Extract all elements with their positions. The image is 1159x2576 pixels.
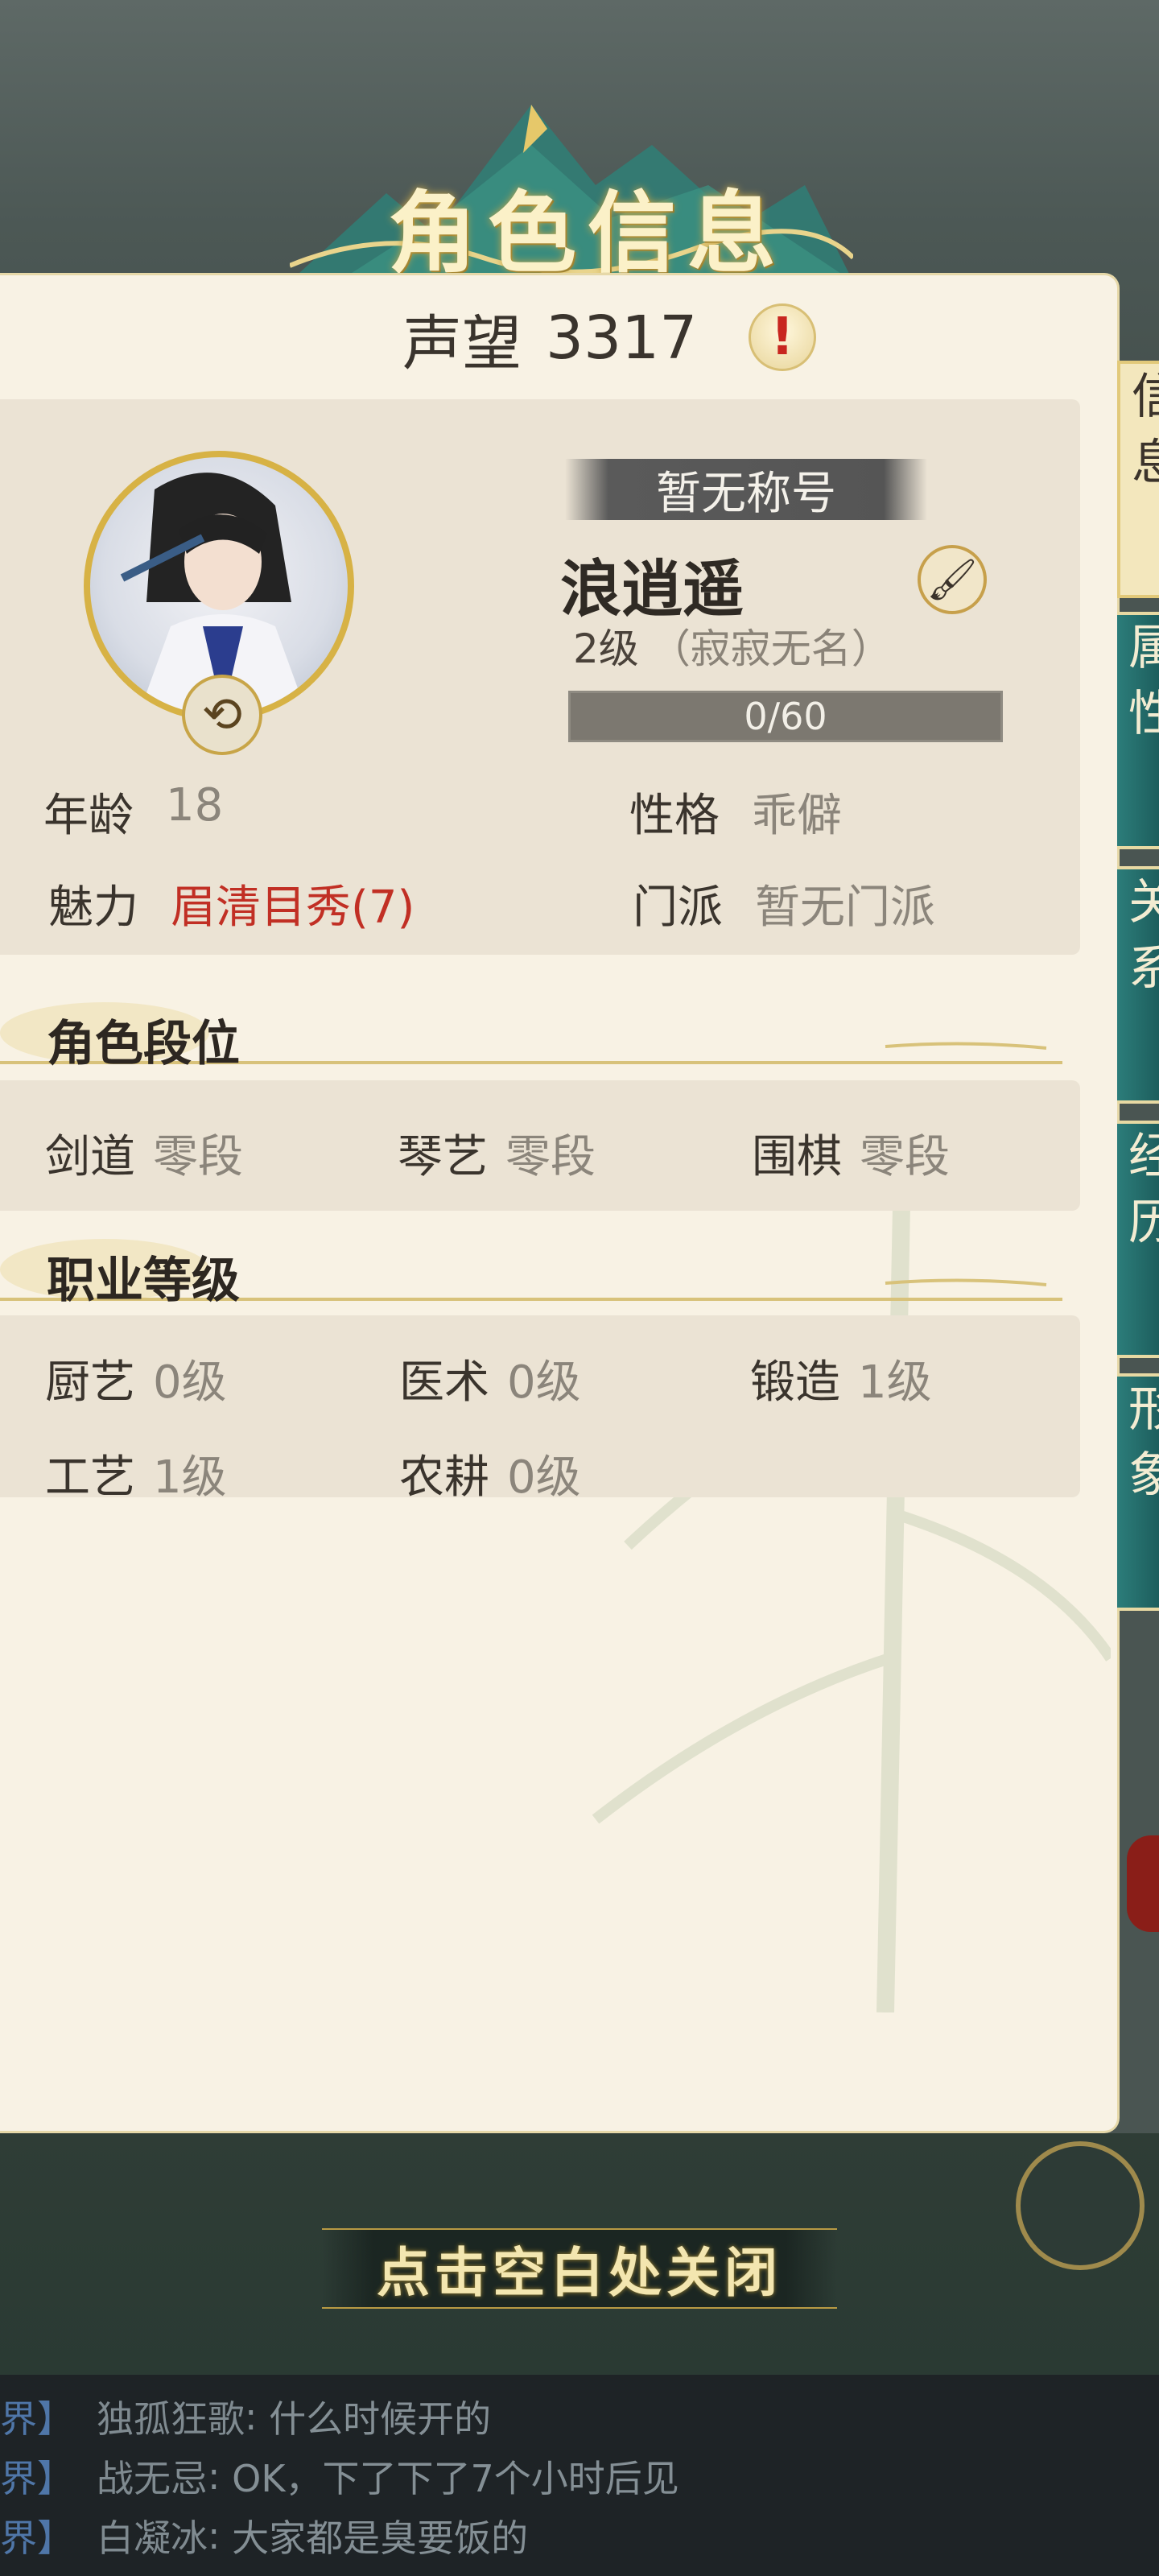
tab-appearance[interactable]: 形象	[1117, 1373, 1159, 1611]
sect-label: 门派	[633, 881, 723, 934]
character-title-badge: 暂无称号	[565, 459, 927, 520]
job-item: 农耕 0级	[399, 1441, 581, 1506]
rank-item-label: 围棋	[752, 1131, 842, 1183]
rank-item-label: 琴艺	[398, 1131, 488, 1183]
edit-brush-icon[interactable]: 🖌	[918, 545, 987, 614]
job-item-label: 医术	[399, 1356, 489, 1409]
tab-attributes[interactable]: 属性	[1117, 612, 1159, 849]
chat-text: OK，下了下了7个小时后见	[232, 2457, 679, 2500]
charm-label: 魅力	[48, 881, 138, 934]
job-item-label: 厨艺	[45, 1356, 135, 1409]
rank-item-value: 零段	[153, 1131, 243, 1183]
age-attribute: 年龄 18	[43, 779, 223, 844]
job-item-label: 工艺	[45, 1451, 135, 1504]
rank-item: 剑道 零段	[45, 1121, 243, 1186]
chat-channel: 界】	[0, 2457, 74, 2500]
charm-attribute: 魅力 眉清目秀(7)	[48, 871, 415, 936]
lantern-decoration	[1127, 1835, 1159, 1932]
close-hint-button[interactable]: 点击空白处关闭	[322, 2228, 837, 2309]
swap-avatar-icon[interactable]: ⟲	[182, 675, 262, 755]
job-item-value: 0级	[153, 1356, 227, 1409]
level-note: （寂寂无名）	[650, 625, 892, 672]
personality-attribute: 性格 乖僻	[629, 779, 842, 844]
chat-channel: 界】	[0, 2397, 74, 2441]
job-item-label: 农耕	[399, 1451, 489, 1504]
job-item: 锻造 1级	[750, 1346, 932, 1411]
chat-message: 界】 独孤狂歌: 什么时候开的	[0, 2392, 491, 2441]
floating-avatar-button[interactable]	[1016, 2141, 1145, 2270]
tab-experience[interactable]: 经历	[1117, 1121, 1159, 1358]
job-section-header: 职业等级	[0, 1225, 1062, 1309]
rank-section-header: 角色段位	[0, 989, 1062, 1072]
job-item-value: 1级	[153, 1451, 227, 1504]
xp-progress-bar: 0/60	[568, 691, 1003, 742]
tab-relations[interactable]: 关系	[1117, 866, 1159, 1104]
character-name: 浪逍遥	[560, 553, 744, 625]
chat-sender: 战无忌	[97, 2457, 208, 2500]
job-item-value: 0级	[507, 1356, 581, 1409]
job-section-title: 职业等级	[47, 1253, 240, 1309]
personality-label: 性格	[629, 790, 720, 842]
rank-item-value: 零段	[505, 1131, 596, 1183]
character-level: 2级 （寂寂无名）	[573, 617, 892, 675]
chat-sender: 独孤狂歌	[97, 2397, 245, 2441]
chat-panel[interactable]: 界】 独孤狂歌: 什么时候开的 界】 战无忌: OK，下了下了7个小时后见 界】…	[0, 2375, 1159, 2576]
sect-attribute: 门派 暂无门派	[633, 871, 935, 936]
rank-item-value: 零段	[860, 1131, 950, 1183]
chat-message: 界】 白凝冰: 大家都是臭要饭的	[0, 2512, 528, 2560]
rank-section-title: 角色段位	[47, 1016, 240, 1072]
job-item: 工艺 1级	[45, 1441, 227, 1506]
charm-value: 眉清目秀(7)	[171, 881, 415, 934]
page-title: 角色信息	[388, 181, 787, 285]
exclamation-icon[interactable]: !	[749, 303, 816, 371]
prestige-value: 3317	[546, 303, 698, 373]
sect-value: 暂无门派	[755, 881, 935, 934]
age-value: 18	[166, 779, 224, 832]
age-label: 年龄	[43, 790, 134, 842]
personality-value: 乖僻	[752, 790, 842, 842]
job-item: 厨艺 0级	[45, 1346, 227, 1411]
chat-sender: 白凝冰	[97, 2516, 208, 2560]
level-value: 2级	[573, 625, 639, 672]
job-item: 医术 0级	[399, 1346, 581, 1411]
job-item-label: 锻造	[750, 1356, 840, 1409]
prestige-label: 声望	[402, 308, 522, 378]
job-item-value: 0级	[507, 1451, 581, 1504]
rank-item-label: 剑道	[45, 1131, 135, 1183]
xp-progress-text: 0/60	[744, 695, 827, 738]
rank-item: 琴艺 零段	[398, 1121, 596, 1186]
prestige-display: 声望 3317	[402, 298, 697, 378]
rank-item: 围棋 零段	[752, 1121, 950, 1186]
chat-channel: 界】	[0, 2516, 74, 2560]
chat-text: 什么时候开的	[269, 2397, 492, 2441]
chat-text: 大家都是臭要饭的	[232, 2516, 529, 2560]
chat-message: 界】 战无忌: OK，下了下了7个小时后见	[0, 2452, 679, 2500]
tab-info[interactable]: 信息	[1117, 361, 1159, 598]
job-item-value: 1级	[858, 1356, 932, 1409]
